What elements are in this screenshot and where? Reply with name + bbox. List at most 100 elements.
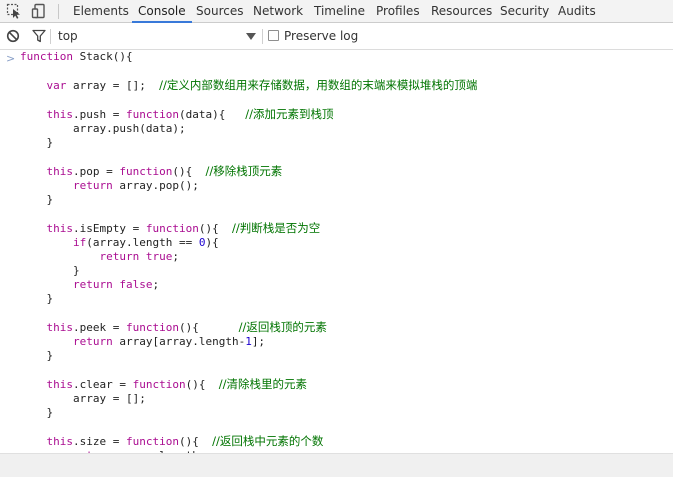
code-line: this.peek = function(){ //返回栈顶的元素 <box>20 320 477 335</box>
code-line: } <box>20 193 477 207</box>
code-text: ; <box>172 250 179 263</box>
tab-security[interactable]: Security <box>500 0 549 22</box>
context-value: top <box>58 29 78 43</box>
code-line: return array[array.length-1]; <box>20 335 477 349</box>
code-comment: //判断栈是否为空 <box>231 221 321 235</box>
code-text: array[array.length- <box>112 335 246 348</box>
devtools-tab-bar: Elements Console Sources Network Timelin… <box>0 0 673 23</box>
toolbar-divider <box>50 29 51 44</box>
code-keyword: function <box>125 435 179 448</box>
code-text: array.push(data); <box>20 122 186 135</box>
code-keyword: this <box>46 108 74 121</box>
code-comment: //清除栈里的元素 <box>218 377 307 391</box>
code-keyword: this <box>46 378 74 391</box>
code-keyword: function <box>119 165 173 178</box>
tab-resources[interactable]: Resources <box>431 0 492 22</box>
code-keyword: function <box>145 222 199 235</box>
preserve-log-checkbox[interactable] <box>268 30 279 41</box>
code-text: (){ <box>198 222 232 235</box>
tab-sources[interactable]: Sources <box>196 0 243 22</box>
code-keyword: var <box>46 79 67 92</box>
console-output[interactable]: > function Stack(){ var array = []; //定义… <box>0 50 673 453</box>
device-mode-icon[interactable] <box>31 3 47 19</box>
console-toolbar: top Preserve log <box>0 23 673 50</box>
code-line: return false; <box>20 278 477 292</box>
code-text: (data){ <box>178 108 246 121</box>
preserve-log-label: Preserve log <box>284 29 359 43</box>
console-input-arrow-icon: > <box>6 52 16 65</box>
toolbar-divider <box>58 4 59 19</box>
code-text: ]; <box>251 335 266 348</box>
code-text: (){ <box>172 165 206 178</box>
code-text: } <box>20 406 54 419</box>
code-line: } <box>20 264 477 278</box>
code-text: } <box>20 264 80 277</box>
code-comment: //返回栈中元素的个数 <box>212 434 324 448</box>
code-keyword: return <box>72 278 113 291</box>
code-text: array = []; <box>66 79 160 92</box>
code-line: } <box>20 406 477 420</box>
code-line: this.push = function(data){ //添加元素到栈顶 <box>20 107 477 122</box>
code-line: return array.pop(); <box>20 179 477 193</box>
code-line: this.isEmpty = function(){ //判断栈是否为空 <box>20 221 477 236</box>
code-text: array = []; <box>20 392 146 405</box>
code-keyword: this <box>46 435 74 448</box>
code-keyword: function <box>125 108 179 121</box>
code-keyword: return <box>72 335 113 348</box>
code-text: .isEmpty = <box>73 222 146 235</box>
code-keyword: this <box>46 165 74 178</box>
console-bottom-bar <box>0 453 673 477</box>
code-text: (){ <box>185 378 219 391</box>
code-text: (array.length == <box>86 236 199 249</box>
code-keyword: return <box>72 179 113 192</box>
code-text: .size = <box>73 435 126 448</box>
code-keyword: this <box>46 222 74 235</box>
inspect-element-icon[interactable] <box>6 3 22 19</box>
tab-timeline[interactable]: Timeline <box>314 0 365 22</box>
clear-console-icon[interactable] <box>6 29 20 43</box>
context-selector[interactable]: top <box>58 23 78 50</box>
code-keyword: if <box>72 236 87 249</box>
tab-elements[interactable]: Elements <box>73 0 129 22</box>
code-comment: //移除栈顶元素 <box>205 164 283 178</box>
code-line: function Stack(){ <box>20 50 477 64</box>
tab-network[interactable]: Network <box>253 0 303 22</box>
code-text: .clear = <box>73 378 133 391</box>
code-line: return true; <box>20 250 477 264</box>
code-text: Stack(){ <box>72 50 133 63</box>
dropdown-arrow-icon[interactable] <box>246 33 256 40</box>
code-line: var array = []; //定义内部数组用来存储数据，用数组的末端来模拟… <box>20 78 478 93</box>
code-keyword: true <box>145 250 173 263</box>
tab-audits[interactable]: Audits <box>558 0 596 22</box>
code-line: this.pop = function(){ //移除栈顶元素 <box>20 164 477 179</box>
code-keyword: function <box>125 321 179 334</box>
code-keyword: this <box>46 321 74 334</box>
code-line: } <box>20 136 477 150</box>
code-keyword: return <box>99 250 140 263</box>
code-text: } <box>20 136 54 149</box>
code-number: 1 <box>245 335 252 348</box>
code-line: this.size = function(){ //返回栈中元素的个数 <box>20 434 477 449</box>
code-line: } <box>20 292 477 306</box>
tab-profiles[interactable]: Profiles <box>376 0 420 22</box>
filter-icon[interactable] <box>32 29 46 43</box>
tab-console[interactable]: Console <box>132 0 192 23</box>
code-text: } <box>20 193 54 206</box>
toolbar-divider <box>262 29 263 44</box>
